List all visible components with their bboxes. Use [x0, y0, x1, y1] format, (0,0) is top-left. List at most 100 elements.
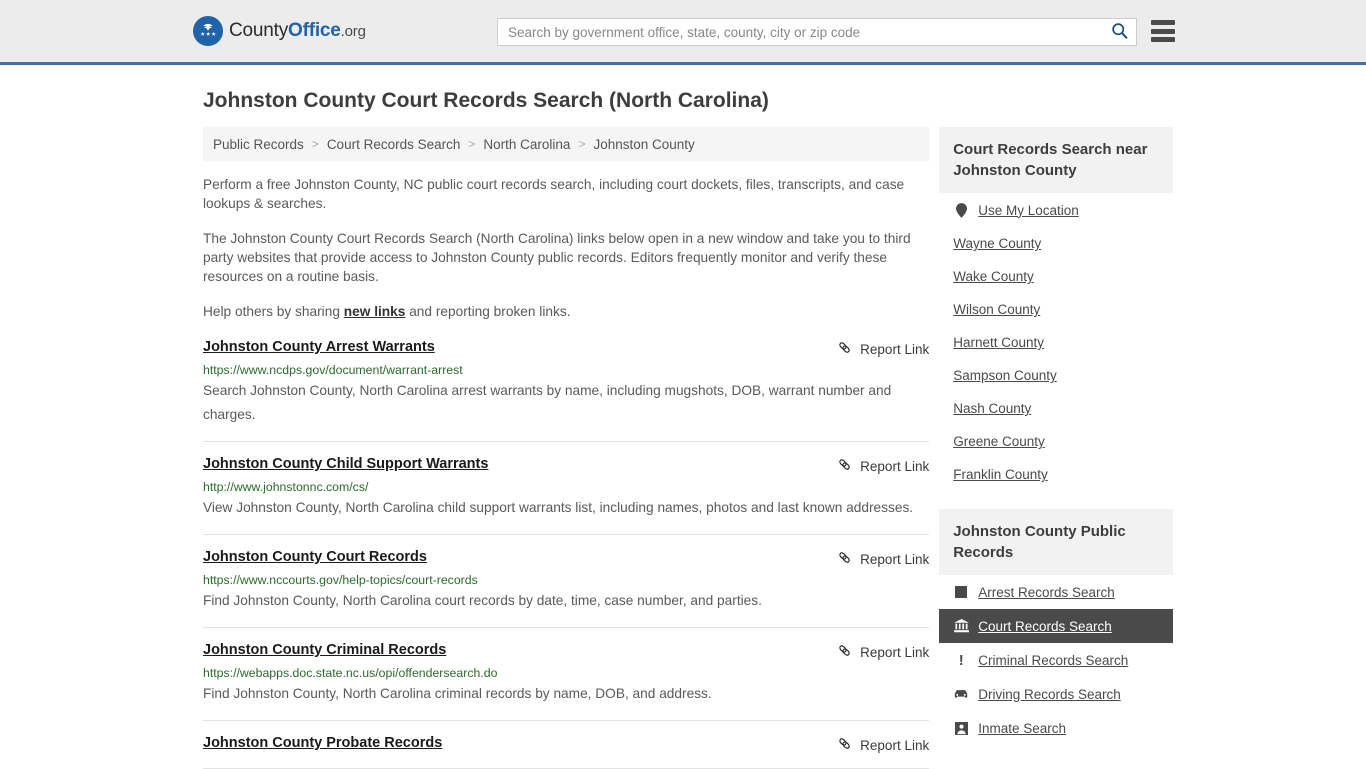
sidebar-item-use-my-location[interactable]: Use My Location	[939, 193, 1173, 227]
sidebar-item-court-records-search[interactable]: Court Records Search	[939, 609, 1173, 643]
intro-text: Perform a free Johnston County, NC publi…	[203, 175, 929, 321]
sidebar-link[interactable]: Criminal Records Search	[978, 653, 1128, 668]
breadcrumb-separator: >	[468, 137, 476, 151]
report-link-button[interactable]: Report Link	[837, 339, 929, 358]
public-records-title: Johnston County Public Records	[939, 509, 1173, 575]
result-description: Find Johnston County, North Carolina cou…	[203, 593, 762, 608]
nearby-county-list: Use My Location Wayne County Wake County…	[939, 193, 1173, 491]
sidebar-link[interactable]: Wayne County	[953, 236, 1041, 251]
sidebar-link[interactable]: Nash County	[953, 401, 1031, 416]
hamburger-bar	[1151, 37, 1175, 42]
sidebar-item-arrest-records-search[interactable]: Arrest Records Search	[939, 575, 1173, 609]
report-link-button[interactable]: Report Link	[837, 549, 929, 568]
logo-text: CountyOffice.org	[229, 20, 366, 42]
broken-link-icon	[837, 550, 852, 568]
sidebar-link[interactable]: Use My Location	[978, 203, 1079, 218]
breadcrumb-item-north-carolina[interactable]: North Carolina	[483, 137, 570, 152]
logo-text-org: .org	[340, 23, 366, 40]
result-item: Johnston County Arrest Warrants Report L…	[203, 339, 930, 442]
sidebar-item-driving-records-search[interactable]: Driving Records Search	[939, 677, 1173, 711]
sidebar-link[interactable]: Wilson County	[953, 302, 1040, 317]
intro-p3-after: and reporting broken links.	[405, 304, 571, 319]
search-input[interactable]	[498, 19, 1102, 45]
page-body: Johnston County Court Records Search (No…	[0, 89, 1366, 769]
sidebar-item-nash-county[interactable]: Nash County	[939, 392, 1173, 425]
breadcrumb-separator: >	[578, 137, 586, 151]
hamburger-menu-icon[interactable]	[1151, 20, 1175, 42]
result-url: https://www.ncdps.gov/document/warrant-a…	[203, 363, 463, 377]
sidebar-link[interactable]: Franklin County	[953, 467, 1048, 482]
sidebar-item-franklin-county[interactable]: Franklin County	[939, 458, 1173, 491]
sidebar-link[interactable]: Court Records Search	[978, 619, 1112, 634]
result-url: https://webapps.doc.state.nc.us/opi/offe…	[203, 666, 498, 680]
result-title-link[interactable]: Johnston County Criminal Records	[203, 642, 446, 658]
result-title-link[interactable]: Johnston County Court Records	[203, 549, 427, 565]
report-link-label: Report Link	[860, 737, 930, 753]
inmate-icon	[953, 720, 969, 736]
report-link-button[interactable]: Report Link	[837, 735, 929, 754]
broken-link-icon	[837, 340, 852, 358]
sidebar-link[interactable]: Driving Records Search	[978, 687, 1121, 702]
page-title: Johnston County Court Records Search (No…	[203, 89, 769, 112]
sidebar-link[interactable]: Harnett County	[953, 335, 1044, 350]
logo-text-county: County	[229, 20, 289, 41]
report-link-button[interactable]: Report Link	[837, 456, 929, 475]
sidebar-link[interactable]: Wake County	[953, 269, 1034, 284]
courthouse-icon	[953, 618, 969, 634]
broken-link-icon	[837, 736, 852, 754]
sidebar-link[interactable]: Sampson County	[953, 368, 1057, 383]
breadcrumb: Public Records > Court Records Search > …	[203, 127, 930, 161]
breadcrumb-item-court-records-search[interactable]: Court Records Search	[327, 137, 461, 152]
report-link-label: Report Link	[860, 458, 930, 474]
report-link-label: Report Link	[860, 341, 930, 357]
result-description: Find Johnston County, North Carolina cri…	[203, 686, 712, 701]
sidebar-item-harnett-county[interactable]: Harnett County	[939, 326, 1173, 359]
nearby-searches-card: Court Records Search near Johnston Count…	[939, 127, 1173, 491]
sidebar-item-criminal-records-search[interactable]: ! Criminal Records Search	[939, 643, 1173, 677]
result-item: Johnston County Criminal Records Report …	[203, 642, 930, 721]
site-header: CountyOffice.org	[0, 0, 1366, 65]
site-logo[interactable]: CountyOffice.org	[193, 16, 366, 46]
intro-paragraph-3: Help others by sharing new links and rep…	[203, 302, 929, 321]
public-records-list: Arrest Records Search Court Records Sear…	[939, 575, 1173, 745]
breadcrumb-separator: >	[311, 137, 319, 151]
fingerprint-card-icon	[953, 584, 969, 600]
results-list: Johnston County Arrest Warrants Report L…	[203, 339, 930, 769]
breadcrumb-item-public-records[interactable]: Public Records	[213, 137, 304, 152]
search-bar	[497, 18, 1137, 46]
logo-text-office: Office	[288, 20, 341, 41]
result-description: View Johnston County, North Carolina chi…	[203, 500, 914, 515]
exclamation-icon: !	[958, 651, 964, 669]
hamburger-bar	[1151, 20, 1175, 25]
sidebar-link[interactable]: Inmate Search	[978, 721, 1066, 736]
breadcrumb-item-johnston-county: Johnston County	[593, 136, 695, 152]
sidebar-item-wayne-county[interactable]: Wayne County	[939, 227, 1173, 260]
report-link-button[interactable]: Report Link	[837, 642, 929, 661]
result-description: Search Johnston County, North Carolina a…	[203, 383, 892, 422]
sidebar-item-sampson-county[interactable]: Sampson County	[939, 359, 1173, 392]
search-icon	[1111, 22, 1128, 42]
intro-paragraph-2: The Johnston County Court Records Search…	[203, 231, 911, 284]
search-button[interactable]	[1102, 19, 1136, 45]
new-links-link[interactable]: new links	[344, 304, 406, 319]
report-link-label: Report Link	[860, 551, 930, 567]
sidebar-link[interactable]: Greene County	[953, 434, 1045, 449]
sidebar-item-wake-county[interactable]: Wake County	[939, 260, 1173, 293]
car-icon	[953, 686, 969, 702]
sidebar-link[interactable]: Arrest Records Search	[978, 585, 1115, 600]
intro-p3-before: Help others by sharing	[203, 304, 344, 319]
hamburger-bar	[1151, 28, 1175, 34]
sidebar-item-greene-county[interactable]: Greene County	[939, 425, 1173, 458]
result-title-link[interactable]: Johnston County Arrest Warrants	[203, 339, 435, 355]
broken-link-icon	[837, 643, 852, 661]
sidebar-item-wilson-county[interactable]: Wilson County	[939, 293, 1173, 326]
result-item: Johnston County Probate Records Report L…	[203, 735, 930, 769]
eagle-shield-icon	[193, 16, 223, 46]
report-link-label: Report Link	[860, 644, 930, 660]
result-title-link[interactable]: Johnston County Child Support Warrants	[203, 456, 488, 472]
sidebar-item-inmate-search[interactable]: Inmate Search	[939, 711, 1173, 745]
result-url: http://www.johnstonnc.com/cs/	[203, 480, 369, 494]
result-title-link[interactable]: Johnston County Probate Records	[203, 735, 442, 751]
main-column: Public Records > Court Records Search > …	[193, 127, 930, 769]
result-item: Johnston County Child Support Warrants R…	[203, 456, 930, 535]
